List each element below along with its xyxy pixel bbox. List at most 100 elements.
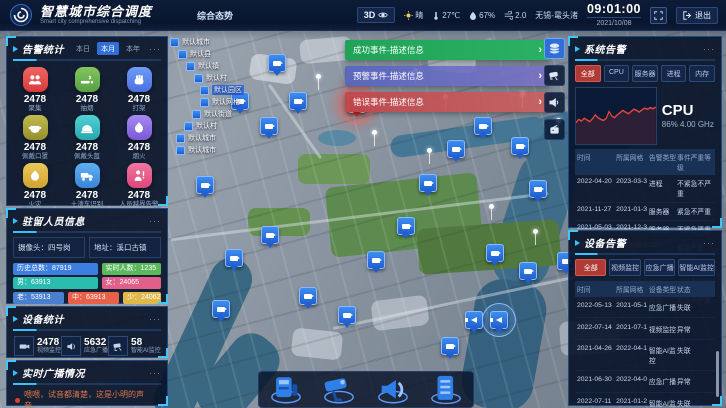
smoking-icon [75,67,100,92]
alarm-stat-item[interactable]: 2478 聚集 [9,67,61,112]
event-banner-error[interactable]: 错误事件-描述信息 › [345,92,550,112]
device-alarm-panel: 设备告警 ··· 全部 视频监控 应急广播 智能AI监控 时间所属网格设备类型状… [568,230,722,406]
alarm-stat-item[interactable]: 2478 佩戴口罩 [9,115,61,160]
tab-broadcast[interactable]: 应急广播 [644,259,675,276]
tab-all[interactable]: 全部 [575,259,606,276]
crowd-icon [23,67,48,92]
monitor-device-icon[interactable] [269,376,303,404]
map-marker-camera-icon[interactable] [441,337,459,355]
map-marker-speaker-icon[interactable] [465,311,483,329]
alarm-stat-item[interactable]: 2478 人员越界告警 [113,163,165,208]
chevron-right-icon: › [538,44,542,56]
map-marker-camera-icon[interactable] [260,117,278,135]
device-stat-ai: 58智能AI监控 [108,336,161,356]
stat-bar-history-total: 历史总数：87919 [13,263,98,275]
tab-ai[interactable]: 智能AI监控 [678,259,715,276]
broadcast-speaker-icon[interactable] [376,376,410,404]
alarm-stat-item[interactable]: 2478 抽烟 [61,67,113,112]
map-marker-camera-icon[interactable] [268,54,286,72]
tree-item[interactable]: 默认网格 [200,97,244,107]
mode-3d-toggle[interactable]: 3D [357,7,396,23]
map-poi-dot[interactable] [316,74,321,79]
tree-item[interactable]: 默认街道 [192,109,244,119]
panel-title: 系统告警 [584,41,626,56]
map-marker-camera-icon[interactable] [196,176,214,194]
tree-item[interactable]: 默认城市 [176,133,244,143]
table-row[interactable]: 2022-07-112021-01-2智能AI监控失联 [575,393,715,408]
map-marker-camera-icon[interactable] [225,249,243,267]
page-title: 智慧城市综合调度 [40,5,152,19]
map-pin-icon [200,98,209,107]
camera-tool-button[interactable] [544,65,565,86]
map-marker-camera-icon[interactable] [474,117,492,135]
map-side-toolbar [544,38,565,140]
map-poi-dot[interactable] [427,148,432,153]
map-marker-camera-icon[interactable] [289,92,307,110]
clock-time: 09:01:00 [587,3,641,16]
tab-server[interactable]: 服务器 [632,65,658,82]
cctv-camera-icon[interactable] [322,376,356,404]
tab-all[interactable]: 全部 [575,65,601,82]
tree-item[interactable]: 默认村 [184,121,244,131]
map-marker-camera-icon[interactable] [486,244,504,262]
more-menu-icon[interactable]: ··· [149,44,161,54]
more-menu-icon[interactable]: ··· [149,216,161,226]
map-marker-camera-icon[interactable] [511,137,529,155]
broadcast-panel: 实时广播情况 ··· 喂喂，试音都清楚，这是小明的声音， 2021-06-15 … [6,360,168,406]
tab-this-month[interactable]: 本月 [97,42,119,55]
table-row[interactable]: 2022-05-132021-05-1应急广播失联 [575,297,715,318]
map-marker-camera-icon[interactable] [529,180,547,198]
tree-item[interactable]: 默认城市 [176,145,244,155]
table-row[interactable]: 2021-04-262022-04-1智能AI监控失联 [575,340,715,371]
tab-memory[interactable]: 内存 [689,65,715,82]
alarm-stat-item[interactable]: 2478 烟火 [113,115,165,160]
chevron-right-icon: › [538,96,542,108]
more-menu-icon[interactable]: ··· [149,368,161,378]
tab-today[interactable]: 本日 [72,42,94,55]
more-menu-icon[interactable]: ··· [703,44,715,54]
map-poi-dot[interactable] [489,204,494,209]
layers-button[interactable] [544,38,565,59]
table-row[interactable]: 2021-11-272021-01-3服务器紧急不严重 [575,203,715,221]
tree-item[interactable]: 默认村 [194,73,244,83]
more-menu-icon[interactable]: ··· [703,238,715,248]
alarm-stat-item[interactable]: 2478 佩戴头盔 [61,115,113,160]
map-marker-camera-icon[interactable] [338,306,356,324]
tree-item-selected[interactable]: 默认园区 [200,85,244,95]
table-scrollbar[interactable] [716,351,719,397]
tab-this-year[interactable]: 本年 [122,42,144,55]
table-row[interactable]: 2022-07-142021-07-1视频监控异常 [575,318,715,339]
server-kiosk-icon[interactable] [429,376,463,404]
more-menu-icon[interactable]: ··· [149,314,161,324]
speaker-tool-button[interactable] [544,92,565,113]
map-marker-camera-icon[interactable] [447,140,465,158]
event-banner-success[interactable]: 成功事件-描述信息 › [345,40,550,60]
alarm-stat-item[interactable]: 2478 打架 [113,67,165,112]
map-marker-speaker-icon[interactable] [490,311,508,329]
nav-tab-overview[interactable]: 综合态势 [197,9,233,22]
tab-video[interactable]: 视频监控 [609,259,640,276]
map-poi-dot[interactable] [533,229,538,234]
event-banner-warning[interactable]: 预警事件-描述信息 › [345,66,550,86]
tree-item[interactable]: 默认县 [178,49,244,59]
map-marker-camera-icon[interactable] [299,287,317,305]
exit-button[interactable]: 退出 [676,7,718,24]
tab-process[interactable]: 进程 [661,65,687,82]
alarm-stat-item[interactable]: 2478 土渣车识别 [61,163,113,208]
tree-item[interactable]: 默认镇 [186,61,244,71]
map-marker-camera-icon[interactable] [261,226,279,244]
map-marker-camera-icon[interactable] [397,217,415,235]
map-marker-camera-icon[interactable] [212,300,230,318]
tree-item[interactable]: 默认城市 [170,37,244,47]
stat-bar-young: 少：24062 [123,292,161,304]
tab-cpu[interactable]: CPU [604,65,630,82]
map-marker-camera-icon[interactable] [419,174,437,192]
map-marker-camera-icon[interactable] [519,262,537,280]
alarm-stat-item[interactable]: 2478 火灾 [9,163,61,208]
map-marker-camera-icon[interactable] [367,251,385,269]
radio-tool-button[interactable] [544,119,565,140]
table-row[interactable]: 2021-06-302022-04-0应急广播异常 [575,371,715,392]
fullscreen-button[interactable] [650,7,667,24]
table-row[interactable]: 2022-04-202023-03-3进程不紧急不严重 [575,175,715,203]
map-pin-icon [186,62,195,71]
